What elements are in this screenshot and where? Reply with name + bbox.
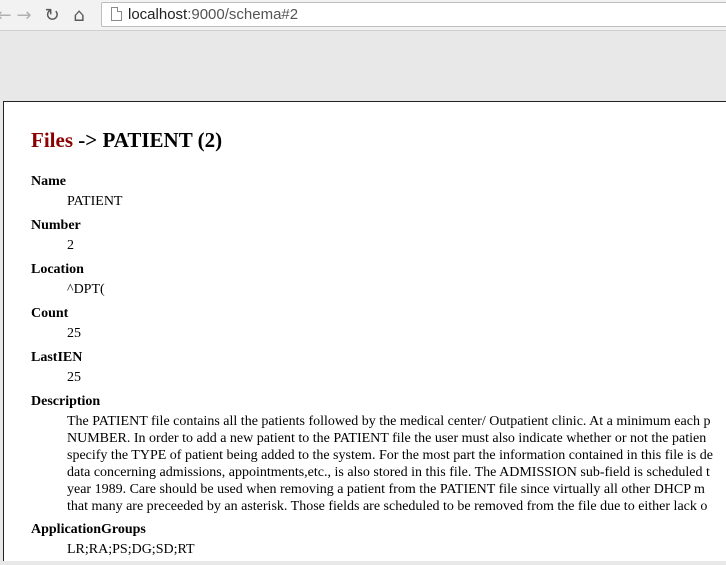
description-line: specify the TYPE of patient being added … <box>67 448 713 463</box>
field-value-location: ^DPT( <box>67 282 105 297</box>
field-value-name: PATIENT <box>67 194 123 209</box>
field-label-count: Count <box>31 306 69 321</box>
title-separator: -> <box>73 128 103 152</box>
field-label-lastien: LastIEN <box>31 350 83 365</box>
field-value-lastien: 25 <box>67 370 81 385</box>
field-value-application-groups: LR;RA;PS;DG;SD;RT <box>67 542 195 557</box>
field-value-description: The PATIENT file contains all the patien… <box>67 413 726 515</box>
schema-details: Name PATIENT Number 2 Location ^DPT( Cou… <box>31 173 726 565</box>
description-line: The PATIENT file contains all the patien… <box>67 414 711 429</box>
browser-toolbar: ← → ↻ ⌂ localhost:9000/schema#2 <box>0 0 726 31</box>
description-line: that many are preceeded by an asterisk. … <box>67 499 708 514</box>
title-file-name: PATIENT (2) <box>102 128 223 152</box>
description-line: data concerning admissions, appointments… <box>67 465 710 480</box>
forward-arrow-icon[interactable]: → <box>14 4 34 26</box>
url-path: :9000/schema#2 <box>187 6 299 23</box>
url-host: localhost <box>128 6 188 23</box>
description-line: NUMBER. In order to add a new patient to… <box>67 431 707 446</box>
page-icon <box>111 7 122 21</box>
field-label-description: Description <box>31 394 101 409</box>
back-arrow-icon[interactable]: ← <box>0 4 14 26</box>
field-label-application-groups: ApplicationGroups <box>31 522 146 537</box>
field-label-number: Number <box>31 218 81 233</box>
address-bar[interactable]: localhost:9000/schema#2 <box>101 2 726 27</box>
files-link[interactable]: Files <box>31 128 73 152</box>
home-icon[interactable]: ⌂ <box>69 4 89 26</box>
description-line: year 1989. Care should be used when remo… <box>67 482 705 497</box>
reload-icon[interactable]: ↻ <box>42 4 62 26</box>
field-value-number: 2 <box>67 238 74 253</box>
address-url[interactable]: localhost:9000/schema#2 <box>128 6 298 23</box>
field-value-count: 25 <box>67 326 81 341</box>
field-label-location: Location <box>31 262 84 277</box>
page-content: Files -> PATIENT (2) Name PATIENT Number… <box>3 101 726 561</box>
field-label-name: Name <box>31 174 66 189</box>
page-title: Files -> PATIENT (2) <box>31 128 222 153</box>
